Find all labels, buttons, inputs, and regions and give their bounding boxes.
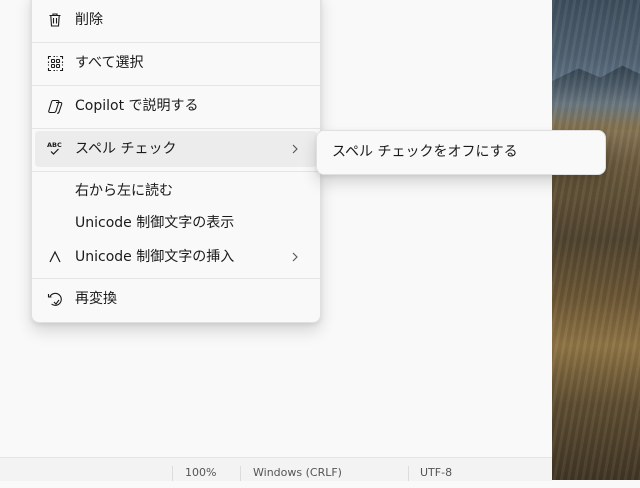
menu-item-insert-unicode-control[interactable]: Unicode 制御文字の挿入 xyxy=(35,239,317,275)
chevron-right-icon xyxy=(292,144,298,154)
desktop-wallpaper xyxy=(552,0,640,480)
menu-divider xyxy=(32,85,320,86)
menu-item-label: スペル チェックをオフにする xyxy=(332,144,518,160)
menu-item-label: 削除 xyxy=(75,12,103,28)
menu-item-label: すべて選択 xyxy=(75,55,144,71)
menu-item-label: Unicode 制御文字の表示 xyxy=(75,215,235,231)
menu-divider xyxy=(32,171,320,172)
status-separator xyxy=(240,466,241,481)
menu-item-right-to-left[interactable]: 右から左に読む xyxy=(35,173,317,209)
context-menu: 削除 すべて選択 Copilot で説明する ABC スペル チェック 右から左… xyxy=(31,0,321,323)
status-separator xyxy=(408,466,409,481)
menu-divider xyxy=(32,128,320,129)
copilot-icon xyxy=(46,97,64,115)
menu-item-label: スペル チェック xyxy=(75,141,177,157)
spellcheck-icon: ABC xyxy=(46,140,64,158)
menu-item-label: 右から左に読む xyxy=(75,183,173,199)
spell-check-submenu: スペル チェックをオフにする xyxy=(316,130,606,175)
encoding[interactable]: UTF-8 xyxy=(420,458,452,481)
zoom-level[interactable]: 100% xyxy=(185,458,216,481)
menu-item-reconvert[interactable]: 再変換 xyxy=(35,281,317,317)
status-bar: 100% Windows (CRLF) UTF-8 xyxy=(0,457,552,481)
svg-text:ABC: ABC xyxy=(47,141,62,149)
menu-divider xyxy=(32,42,320,43)
chevron-right-icon xyxy=(292,252,298,262)
menu-item-turn-off-spell-check[interactable]: スペル チェックをオフにする xyxy=(320,134,602,170)
line-ending[interactable]: Windows (CRLF) xyxy=(253,458,342,481)
menu-item-label: Copilot で説明する xyxy=(75,98,199,114)
menu-item-copilot-explain[interactable]: Copilot で説明する xyxy=(35,88,317,124)
menu-item-spell-check[interactable]: ABC スペル チェック xyxy=(35,131,317,167)
menu-item-label: 再変換 xyxy=(75,291,117,307)
menu-item-label: Unicode 制御文字の挿入 xyxy=(75,249,235,265)
menu-divider xyxy=(32,278,320,279)
caret-icon xyxy=(46,248,64,266)
trash-icon xyxy=(46,11,64,29)
menu-item-delete[interactable]: 削除 xyxy=(35,2,317,38)
select-all-icon xyxy=(46,54,64,72)
menu-item-show-unicode-control[interactable]: Unicode 制御文字の表示 xyxy=(35,205,317,241)
status-separator xyxy=(172,466,173,481)
menu-item-select-all[interactable]: すべて選択 xyxy=(35,45,317,81)
reconvert-icon xyxy=(46,290,64,308)
